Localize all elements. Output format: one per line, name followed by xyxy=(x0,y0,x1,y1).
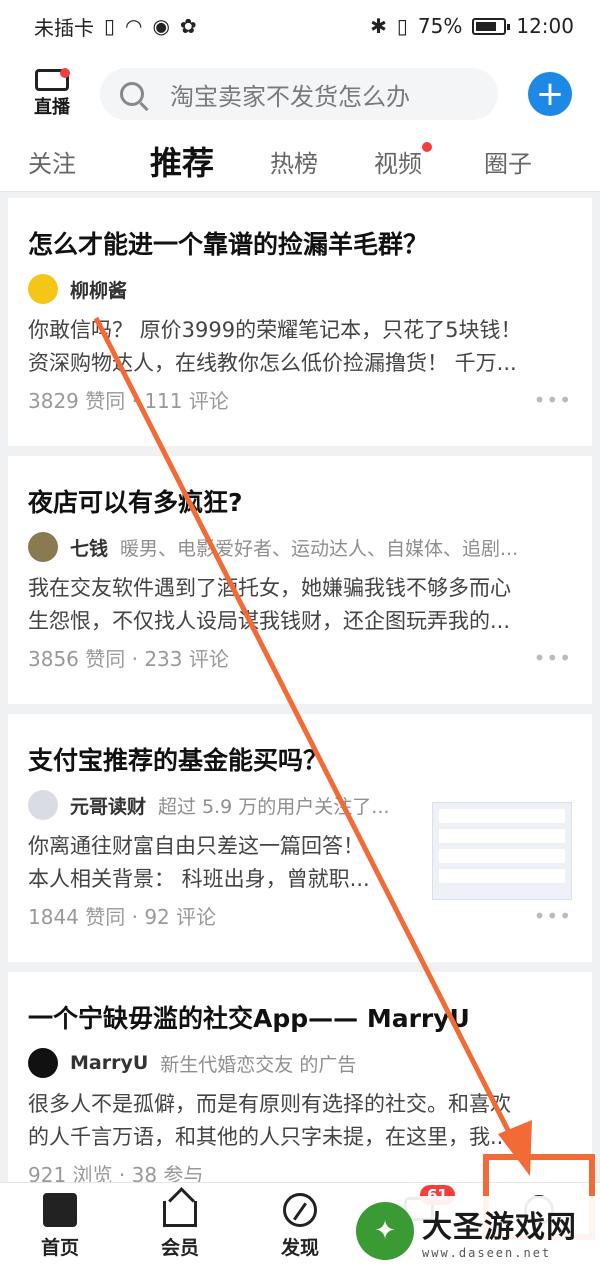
excerpt-line: 的人千言万语，和其他的人只字未提，在这里，我... xyxy=(28,1124,511,1149)
card-stats: 1844 赞同 · 92 评论 ••• xyxy=(28,901,572,930)
stats-text: 3829 赞同 · 111 评论 xyxy=(28,389,229,414)
stats-text: 3856 赞同 · 233 评论 xyxy=(28,647,229,672)
excerpt-line: 本人相关背景： 科班出身，曾就职... xyxy=(28,866,370,891)
stats-text: 1844 赞同 · 92 评论 xyxy=(28,905,217,930)
card-author[interactable]: 七钱 暖男、电影爱好者、运动达人、自媒体、追剧... xyxy=(28,532,572,562)
excerpt-line: 很多人不是孤僻，而是有原则有选择的社交。和喜欢 xyxy=(28,1092,511,1116)
member-icon xyxy=(163,1201,197,1227)
author-name: 元哥读财 xyxy=(70,795,147,818)
card-author[interactable]: 柳柳酱 xyxy=(28,274,572,304)
live-label: 直播 xyxy=(34,97,70,118)
author-name: 柳柳酱 xyxy=(70,279,128,302)
nav-discover-label: 发现 xyxy=(280,1237,319,1259)
card-excerpt[interactable]: 很多人不是孤僻，而是有原则有选择的社交。和喜欢 的人千言万语，和其他的人只字未提… xyxy=(28,1088,572,1153)
author-description: 新生代婚恋交友 的广告 xyxy=(160,1053,357,1076)
avatar xyxy=(28,1048,58,1078)
card-title[interactable]: 支付宝推荐的基金能买吗？ xyxy=(28,746,572,776)
tab-circles[interactable]: 圈子 xyxy=(484,144,532,179)
card-title[interactable]: 夜店可以有多疯狂? xyxy=(28,488,572,518)
vibrate-icon: ▯ xyxy=(396,14,408,38)
avatar xyxy=(28,790,58,820)
watermark-title: 大圣游戏网 xyxy=(422,1210,577,1245)
feed-card[interactable]: 怎么才能进一个靠谱的捡漏羊毛群？ 柳柳酱 你敢信吗？ 原价3999的荣耀笔记本，… xyxy=(8,198,592,446)
author-description: 超过 5.9 万的用户关注了... xyxy=(158,795,390,818)
tab-following[interactable]: 关注 xyxy=(28,144,76,179)
carrier-label: 未插卡 xyxy=(34,15,94,40)
clock: 12:00 xyxy=(516,14,574,38)
status-bar: 未插卡 ▯ ◠ ◉ ✿ ✱ ▯ 75% 12:00 xyxy=(0,0,600,52)
excerpt-line: 你离通往财富自由只差这一篇回答！ xyxy=(28,834,364,858)
search-placeholder: 淘宝卖家不发货怎么办 xyxy=(170,82,410,111)
excerpt-line: 资深购物达人，在线教你怎么低价捡漏撸货！ 千万... xyxy=(28,350,517,375)
avatar xyxy=(28,274,58,304)
plus-icon: + xyxy=(535,74,565,114)
card-excerpt[interactable]: 你离通往财富自由只差这一篇回答！ 本人相关背景： 科班出身，曾就职... xyxy=(28,830,418,895)
more-options-icon[interactable]: ••• xyxy=(534,646,572,670)
more-options-icon[interactable]: ••• xyxy=(534,904,572,928)
card-stats: 3856 赞同 · 233 评论 ••• xyxy=(28,643,572,672)
more-options-icon[interactable]: ••• xyxy=(534,388,572,412)
card-stats: 3829 赞同 · 111 评论 ••• xyxy=(28,385,572,414)
card-author[interactable]: MarryU 新生代婚恋交友 的广告 xyxy=(28,1048,572,1078)
nav-member-label: 会员 xyxy=(160,1237,199,1259)
excerpt-line: 你敢信吗？ 原价3999的荣耀笔记本，只花了5块钱！ xyxy=(28,318,522,342)
eye-icon: ◉ xyxy=(152,14,170,38)
feed-tabs: 关注 推荐 热榜 视频 圈子 xyxy=(0,136,600,192)
bluetooth-icon: ✱ xyxy=(370,14,387,38)
author-name: 七钱 xyxy=(70,537,109,560)
tab-recommend[interactable]: 推荐 xyxy=(150,138,214,184)
tab-hot-list[interactable]: 热榜 xyxy=(270,144,318,179)
tv-icon xyxy=(35,68,70,91)
card-thumbnail[interactable] xyxy=(432,802,572,900)
nav-member[interactable]: 会员 xyxy=(135,1193,225,1260)
feed-card[interactable]: 支付宝推荐的基金能买吗？ 元哥读财 超过 5.9 万的用户关注了... 你离通往… xyxy=(8,714,592,962)
search-bar[interactable]: 淘宝卖家不发货怎么办 xyxy=(100,68,498,120)
tab-video[interactable]: 视频 xyxy=(374,142,432,179)
nav-home-label: 首页 xyxy=(40,1237,79,1259)
excerpt-line: 我在交友软件遇到了酒托女，她嫌骗我钱不够多而心 xyxy=(28,576,511,600)
author-description: 暖男、电影爱好者、运动达人、自媒体、追剧... xyxy=(120,537,519,560)
card-title[interactable]: 一个宁缺毋滥的社交App—— MarryU xyxy=(28,1004,572,1034)
top-bar: 直播 淘宝卖家不发货怎么办 + xyxy=(0,52,600,136)
wifi-icon: ◠ xyxy=(125,14,143,38)
nav-discover[interactable]: 发现 xyxy=(255,1193,345,1260)
watermark-logo-icon: ✦ xyxy=(356,1202,414,1260)
home-icon xyxy=(43,1193,77,1227)
author-name: MarryU xyxy=(70,1052,149,1074)
sim-icon: ▯ xyxy=(104,14,116,38)
card-excerpt[interactable]: 你敢信吗？ 原价3999的荣耀笔记本，只花了5块钱！ 资深购物达人，在线教你怎么… xyxy=(28,314,572,379)
tab-video-label: 视频 xyxy=(374,150,422,178)
new-content-dot xyxy=(422,142,432,152)
nav-home[interactable]: 首页 xyxy=(15,1193,105,1260)
discover-icon xyxy=(283,1193,317,1227)
app-notification-icon: ✿ xyxy=(179,14,197,38)
battery-icon xyxy=(472,17,511,35)
live-button[interactable]: 直播 xyxy=(28,68,76,119)
search-icon xyxy=(120,82,144,106)
card-title[interactable]: 怎么才能进一个靠谱的捡漏羊毛群？ xyxy=(28,230,572,260)
add-button[interactable]: + xyxy=(528,72,572,116)
avatar xyxy=(28,532,58,562)
card-excerpt[interactable]: 我在交友软件遇到了酒托女，她嫌骗我钱不够多而心 生怨恨，不仅找人设局谋我钱财，还… xyxy=(28,572,572,637)
watermark: ✦ 大圣游戏网 www.daseen.net xyxy=(352,1196,600,1266)
watermark-url: www.daseen.net xyxy=(422,1246,552,1260)
card-author[interactable]: 元哥读财 超过 5.9 万的用户关注了... xyxy=(28,790,423,820)
excerpt-line: 生怨恨，不仅找人设局谋我钱财，还企图玩弄我的... xyxy=(28,608,511,633)
battery-percent: 75% xyxy=(417,14,463,38)
feed-card[interactable]: 夜店可以有多疯狂? 七钱 暖男、电影爱好者、运动达人、自媒体、追剧... 我在交… xyxy=(8,456,592,704)
